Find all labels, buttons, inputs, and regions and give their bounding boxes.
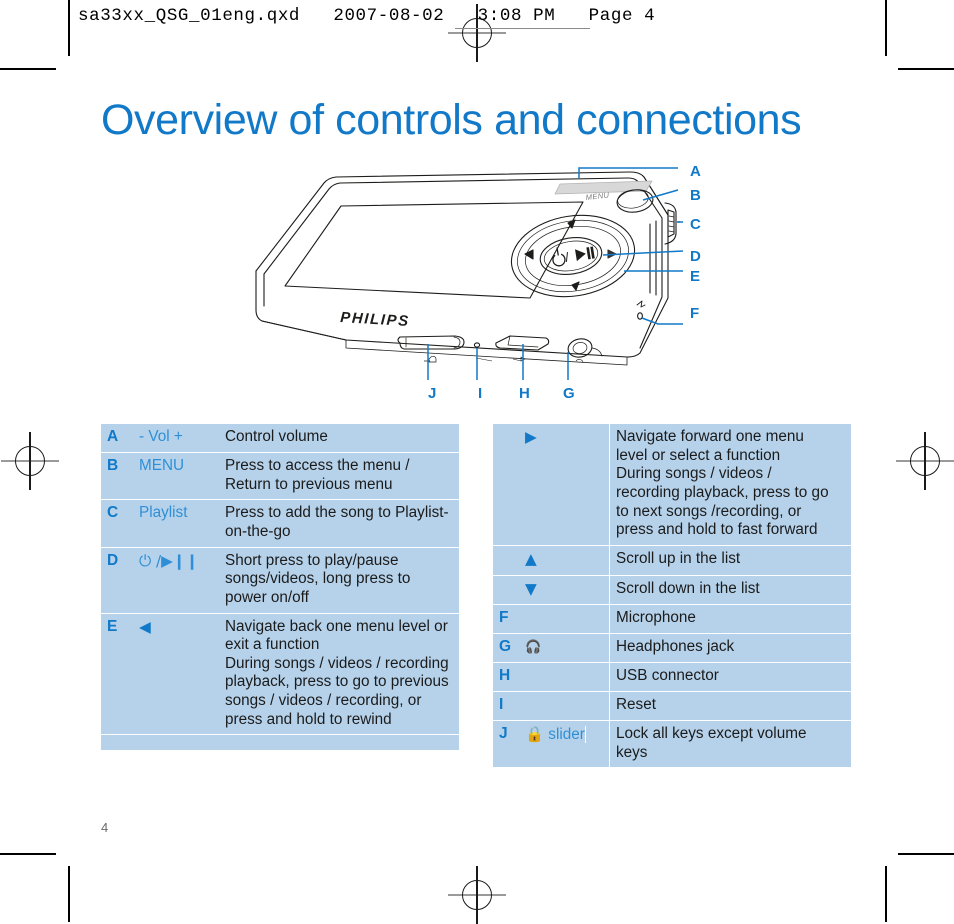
- row-key: H: [493, 662, 519, 692]
- row-control: ▲: [519, 545, 610, 576]
- row-description: Press to add the song to Playlist-on-the…: [219, 499, 459, 548]
- row-control: ▶: [519, 424, 610, 546]
- slider-label: slider: [548, 725, 586, 743]
- crop-mark-tl-horizontal: [0, 68, 56, 70]
- crop-mark-tl-vertical: [68, 0, 70, 56]
- row-control: Playlist: [133, 499, 219, 548]
- imposition-slug: sa33xx_QSG_01eng.qxd 2007-08-02 3:08 PM …: [78, 6, 656, 26]
- crop-mark-tr-horizontal: [898, 68, 954, 70]
- table-row: B MENU Press to access the menu / Return …: [101, 452, 459, 501]
- row-key: D: [101, 547, 133, 614]
- controls-table-left: A - Vol + Control volume B MENU Press to…: [101, 424, 459, 751]
- row-key: I: [493, 691, 519, 721]
- table-row: ▼ Scroll down in the list: [493, 575, 851, 606]
- callout-label-G: G: [563, 385, 575, 402]
- spacer-cell: [219, 735, 459, 751]
- row-control: 🎧: [519, 633, 610, 664]
- callout-label-B: B: [690, 187, 701, 204]
- table-row: ▶ Navigate forward one menu level or sele…: [493, 424, 851, 546]
- row-description: Headphones jack: [609, 633, 851, 664]
- row-description: Navigate forward one menu level or select…: [609, 424, 851, 546]
- table-row-spacer: [101, 735, 459, 751]
- table-row: C Playlist Press to add the song to Play…: [101, 499, 459, 548]
- crop-mark-br-horizontal: [898, 853, 954, 855]
- callout-label-H: H: [519, 385, 530, 402]
- row-control: [519, 691, 610, 721]
- row-key: [493, 575, 519, 606]
- right-triangle-icon: ▶: [525, 428, 537, 446]
- row-key: F: [493, 604, 519, 635]
- row-description: Navigate back one menu level or exit a fu…: [219, 613, 459, 736]
- row-control: ◀: [133, 613, 219, 736]
- row-control: [519, 604, 610, 635]
- callout-label-A: A: [690, 163, 701, 180]
- power-play-pause-icon: ⏻ /▶❙❙: [139, 551, 199, 570]
- row-control: [519, 662, 610, 692]
- row-control: MENU: [133, 452, 219, 501]
- row-control: ⏻ /▶❙❙: [133, 547, 219, 614]
- crop-mark-tr-vertical: [885, 0, 887, 56]
- spacer-cell: [101, 735, 133, 751]
- table-row: I Reset: [493, 691, 851, 721]
- row-description: Press to access the menu / Return to prev…: [219, 452, 459, 501]
- row-key: [493, 424, 519, 546]
- crop-mark-br-vertical: [885, 866, 887, 922]
- crop-mark-bl-vertical: [68, 866, 70, 922]
- page-number: 4: [101, 820, 109, 835]
- table-row: D ⏻ /▶❙❙ Short press to play/pause songs/…: [101, 547, 459, 614]
- row-key: G: [493, 633, 519, 664]
- callout-label-D: D: [690, 248, 701, 265]
- callout-label-E: E: [690, 268, 701, 285]
- row-description: Microphone: [609, 604, 851, 635]
- row-description: Control volume: [219, 424, 459, 453]
- svg-text:MENU: MENU: [585, 191, 610, 202]
- headphones-icon: 🎧: [525, 640, 542, 656]
- callout-label-F: F: [690, 305, 700, 322]
- table-row: H USB connector: [493, 662, 851, 692]
- controls-table-right: ▶ Navigate forward one menu level or sele…: [493, 424, 851, 768]
- callout-label-I: I: [478, 385, 483, 402]
- page-title: Overview of controls and connections: [101, 96, 802, 144]
- row-description: Lock all keys except volume keys: [616, 724, 807, 761]
- row-control: ▼: [519, 575, 610, 606]
- row-key: J: [499, 724, 508, 742]
- row-key: E: [101, 613, 133, 736]
- row-key: C: [101, 499, 133, 548]
- row-description: Reset: [609, 691, 851, 721]
- table-row: ▲ Scroll up in the list: [493, 545, 851, 576]
- svg-text:PHILIPS: PHILIPS: [340, 309, 410, 330]
- table-row: F Microphone: [493, 604, 851, 635]
- row-control: - Vol +: [133, 424, 219, 453]
- row-control: 🔒 slider: [519, 720, 610, 768]
- table-row: J 🔒 slider Lock all keys except volume ke…: [493, 720, 851, 768]
- spacer-cell: [133, 735, 219, 751]
- row-description: Scroll down in the list: [609, 575, 851, 606]
- row-description: Scroll up in the list: [609, 545, 851, 576]
- row-key: A: [101, 424, 133, 453]
- callout-label-C: C: [690, 216, 701, 233]
- slug-underline: [455, 28, 590, 30]
- table-row: A - Vol + Control volume: [101, 424, 459, 453]
- crop-mark-bl-horizontal: [0, 853, 56, 855]
- up-triangle-icon: ▲: [525, 549, 537, 568]
- row-description: Short press to play/pause songs/videos, l…: [219, 547, 459, 614]
- table-row: E ◀ Navigate back one menu level or exit …: [101, 613, 459, 736]
- callout-label-J: J: [428, 385, 437, 402]
- row-key: [493, 545, 519, 576]
- table-row: G 🎧 Headphones jack: [493, 633, 851, 664]
- row-key: B: [101, 452, 133, 501]
- left-triangle-icon: ◀: [139, 617, 151, 636]
- lock-icon: 🔒: [525, 724, 545, 743]
- device-illustration: PHILIPS MENU /: [228, 158, 718, 403]
- row-description: USB connector: [609, 662, 851, 692]
- down-triangle-icon: ▼: [525, 579, 537, 598]
